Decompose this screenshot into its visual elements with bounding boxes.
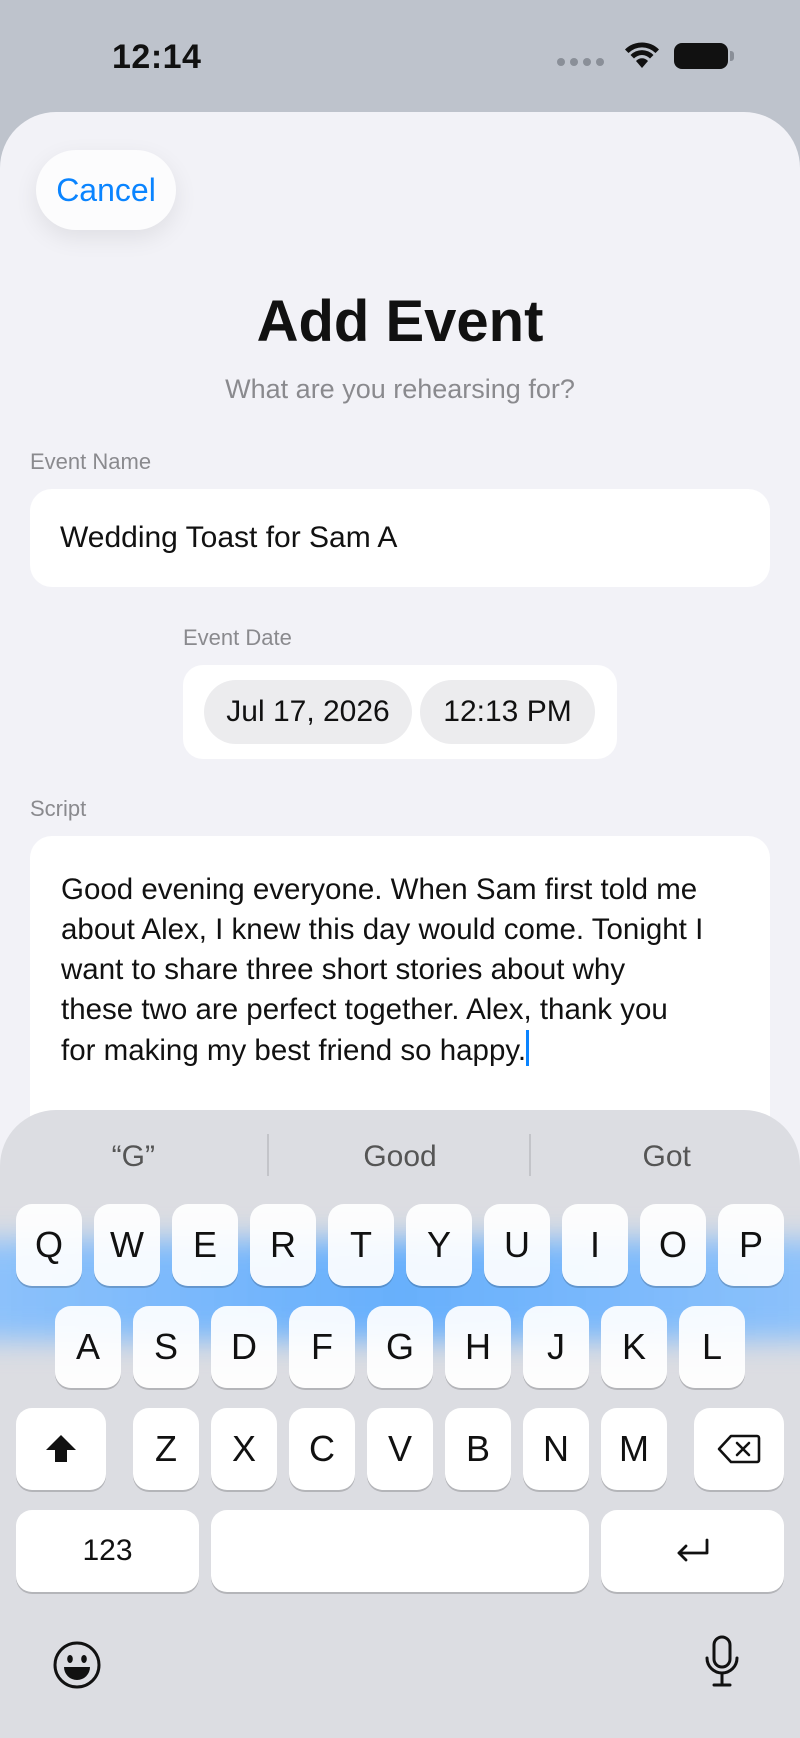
key-a[interactable]: A [55, 1306, 121, 1388]
key-z[interactable]: Z [133, 1408, 199, 1490]
key-g[interactable]: G [367, 1306, 433, 1388]
wifi-icon [625, 42, 659, 68]
script-line-last: for making my best friend so happy. [61, 1030, 740, 1071]
suggestion-bar: “G” Good Got [0, 1132, 800, 1182]
return-key[interactable] [601, 1510, 784, 1592]
key-o[interactable]: O [640, 1204, 706, 1286]
numbers-key[interactable]: 123 [16, 1510, 199, 1592]
page-subtitle: What are you rehearsing for? [225, 374, 575, 404]
emoji-icon[interactable] [52, 1640, 102, 1690]
space-key[interactable] [211, 1510, 589, 1592]
suggestion-item[interactable]: Good [267, 1132, 534, 1182]
key-l[interactable]: L [679, 1306, 745, 1388]
suggestion-divider [529, 1134, 531, 1176]
key-s[interactable]: S [133, 1306, 199, 1388]
text-cursor [526, 1030, 530, 1066]
status-time: 12:14 [112, 38, 202, 76]
key-h[interactable]: H [445, 1306, 511, 1388]
key-b[interactable]: B [445, 1408, 511, 1490]
page-title: Add Event [256, 289, 544, 354]
key-w[interactable]: W [94, 1204, 160, 1286]
key-i[interactable]: I [562, 1204, 628, 1286]
key-k[interactable]: K [601, 1306, 667, 1388]
key-x[interactable]: X [211, 1408, 277, 1490]
event-date-label: Event Date [183, 625, 292, 650]
keyboard: “G” Good Got Q W E R T Y U I O P A S D F… [0, 1110, 800, 1738]
key-t[interactable]: T [328, 1204, 394, 1286]
script-line: want to share three short stories about … [61, 953, 626, 986]
suggestion-item[interactable]: Got [533, 1132, 800, 1182]
key-u[interactable]: U [484, 1204, 550, 1286]
return-icon [677, 1538, 708, 1562]
time-pill[interactable]: 12:13 PM [420, 680, 595, 744]
status-icons [557, 42, 734, 70]
key-r[interactable]: R [250, 1204, 316, 1286]
key-p[interactable]: P [718, 1204, 784, 1286]
date-pill[interactable]: Jul 17, 2026 [204, 680, 412, 744]
key-c[interactable]: C [289, 1408, 355, 1490]
event-date-picker: Jul 17, 2026 12:13 PM [183, 665, 617, 759]
microphone-icon[interactable] [702, 1634, 742, 1690]
key-e[interactable]: E [172, 1204, 238, 1286]
key-q[interactable]: Q [16, 1204, 82, 1286]
key-j[interactable]: J [523, 1306, 589, 1388]
battery-icon [674, 43, 734, 69]
suggestion-item[interactable]: “G” [0, 1132, 267, 1182]
event-name-label: Event Name [30, 449, 152, 474]
suggestion-divider [267, 1134, 269, 1176]
key-n[interactable]: N [523, 1408, 589, 1490]
cancel-button[interactable]: Cancel [36, 150, 176, 230]
status-bar: 12:14 [0, 0, 800, 112]
signal-icon [557, 58, 604, 66]
script-line: for making my best friend so happy. [61, 1034, 527, 1067]
script-label: Script [30, 796, 87, 821]
key-m[interactable]: M [601, 1408, 667, 1490]
delete-key[interactable] [694, 1408, 784, 1490]
delete-icon [717, 1434, 761, 1464]
script-line: these two are perfect together. Alex, th… [61, 993, 668, 1026]
key-y[interactable]: Y [406, 1204, 472, 1286]
key-v[interactable]: V [367, 1408, 433, 1490]
key-d[interactable]: D [211, 1306, 277, 1388]
shift-icon [46, 1435, 76, 1462]
event-name-field[interactable] [30, 489, 770, 587]
shift-key[interactable] [16, 1408, 106, 1490]
key-f[interactable]: F [289, 1306, 355, 1388]
script-line: about Alex, I knew this day would come. … [61, 913, 704, 946]
script-line: Good evening everyone. When Sam first to… [61, 873, 698, 906]
